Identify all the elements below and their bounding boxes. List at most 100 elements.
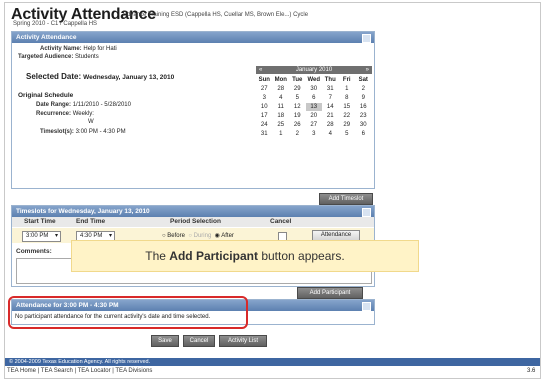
page-subtitle: Edvance Training ESD (Cappella HS, Cuell… [123,12,309,18]
calendar-day[interactable]: 4 [273,94,290,102]
end-time-value: 4:30 PM [80,233,103,239]
calendar-day[interactable]: 9 [355,94,372,102]
calendar-prev-icon[interactable]: « [259,66,262,74]
radio-before[interactable]: ○ Before [162,233,185,239]
timeslots-col-headers: Start Time End Time Period Selection Can… [12,217,374,227]
timeslots-row: Timeslot(s): 3:00 PM - 4:30 PM [40,129,240,135]
calendar-day[interactable]: 19 [289,112,306,120]
calendar-day[interactable]: 21 [322,112,339,120]
cancel-button[interactable]: Cancel [183,335,215,347]
date-range-label: Date Range: [36,102,72,108]
start-time-select[interactable]: 3:00 PM ▾ [22,231,61,242]
season-label: Spring 2010 - C1 / Cappella HS [13,21,98,27]
callout-suffix: button appears. [257,249,345,263]
calendar-day[interactable]: 17 [256,112,273,120]
calendar-day[interactable]: 6 [355,130,372,138]
start-time-value: 3:00 PM [26,233,49,239]
activity-name-label: Activity Name: [40,46,82,52]
save-button[interactable]: Save [151,335,179,347]
calendar-day[interactable]: 16 [355,103,372,111]
calendar-day[interactable]: 27 [306,121,323,129]
calendar-day[interactable]: 2 [289,130,306,138]
calendar-day[interactable]: 14 [322,103,339,111]
version-label: 3.6 [527,368,536,374]
audience-row: Targeted Audience: Students [18,54,238,60]
callout-bold: Add Participant [169,249,258,263]
calendar-day[interactable]: 29 [339,121,356,129]
recurrence-row: Recurrence: Weekly: [36,111,236,117]
radio-after[interactable]: ◉ After [215,233,234,239]
calendar-day[interactable]: 29 [289,85,306,93]
date-range-value: 1/11/2010 - 5/28/2010 [72,102,131,108]
calendar-day[interactable]: 18 [273,112,290,120]
calendar-day[interactable]: 3 [256,94,273,102]
add-timeslot-button[interactable]: Add Timeslot [319,193,373,205]
calendar-day[interactable]: 3 [306,130,323,138]
calendar-day[interactable]: 23 [355,112,372,120]
period-radios: ○ Before ○ During ◉ After [162,232,234,239]
calendar-day[interactable]: 25 [273,121,290,129]
highlight-box [8,296,248,329]
date-range-row: Date Range: 1/11/2010 - 5/28/2010 [36,102,236,108]
calendar-day[interactable]: 24 [256,121,273,129]
recurrence-value: Weekly: [72,111,94,117]
calendar-day[interactable]: 31 [256,130,273,138]
audience-value: Students [75,54,99,60]
timeslots-header: Timeslots for Wednesday, January 13, 201… [12,206,374,217]
copyright: © 2004-2009 Texas Education Agency. All … [9,359,151,365]
collapse-icon[interactable] [362,208,371,217]
chevron-down-icon: ▾ [54,233,58,239]
calendar-day[interactable]: 10 [256,103,273,111]
page-frame: Activity Attendance Edvance Training ESD… [4,2,541,379]
calendar-day[interactable]: 8 [339,94,356,102]
calendar-day[interactable]: 22 [339,112,356,120]
comments-label: Comments: [16,248,52,255]
calendar-weekday: Tue [292,77,303,83]
calendar-day[interactable]: 1 [339,85,356,93]
collapse-icon[interactable] [362,34,371,43]
calendar-day[interactable]: 7 [322,94,339,102]
selected-date-row: Selected Date: Wednesday, January 13, 20… [26,72,256,81]
calendar-day[interactable]: 5 [289,94,306,102]
recurrence-days: W [88,119,94,125]
timeslots-label: Timeslot(s): [40,129,74,135]
calendar-next-icon[interactable]: » [366,66,369,74]
calendar-weekday: Wed [307,77,321,83]
calendar-day[interactable]: 5 [339,130,356,138]
col-end-time: End Time [76,218,106,225]
panel-title: Activity Attendance [16,34,77,41]
calendar-day[interactable]: 28 [273,85,290,93]
calendar-day[interactable]: 15 [339,103,356,111]
footer-links[interactable]: TEA Home | TEA Search | TEA Locator | TE… [7,368,152,374]
recurrence-label: Recurrence: [36,111,72,117]
panel-header: Activity Attendance [12,32,374,43]
calendar-day[interactable]: 6 [306,94,323,102]
activity-list-button[interactable]: Activity List [219,335,267,347]
calendar-weekday: Mon [274,77,287,83]
calendar-day[interactable]: 11 [273,103,290,111]
callout-prefix: The [145,249,170,263]
calendar-day-selected[interactable]: 13 [305,103,322,111]
calendar-header: « January 2010 » [256,66,372,74]
calendar-day[interactable]: 30 [355,121,372,129]
instruction-callout: The Add Participant button appears. [71,240,419,272]
activity-attendance-panel: Activity Attendance Activity Name: Help … [11,31,375,189]
add-participant-button[interactable]: Add Participant [297,287,363,299]
calendar-day[interactable]: 20 [306,112,323,120]
calendar-day[interactable]: 28 [322,121,339,129]
calendar-weekday: Sat [358,77,368,83]
radio-during[interactable]: ○ During [188,233,211,239]
col-cancel: Cancel [270,218,292,225]
calendar-month: January 2010 [295,67,333,73]
footer-bar: © 2004-2009 Texas Education Agency. All … [5,358,540,366]
calendar-day[interactable]: 30 [306,85,323,93]
collapse-icon[interactable] [362,302,371,311]
selected-date-value: Wednesday, January 13, 2010 [83,74,175,81]
calendar-day[interactable]: 1 [273,130,290,138]
calendar-day[interactable]: 31 [322,85,339,93]
calendar-day[interactable]: 2 [355,85,372,93]
calendar-day[interactable]: 4 [322,130,339,138]
calendar-day[interactable]: 27 [256,85,273,93]
calendar-day[interactable]: 26 [289,121,306,129]
calendar-day[interactable]: 12 [289,103,306,111]
